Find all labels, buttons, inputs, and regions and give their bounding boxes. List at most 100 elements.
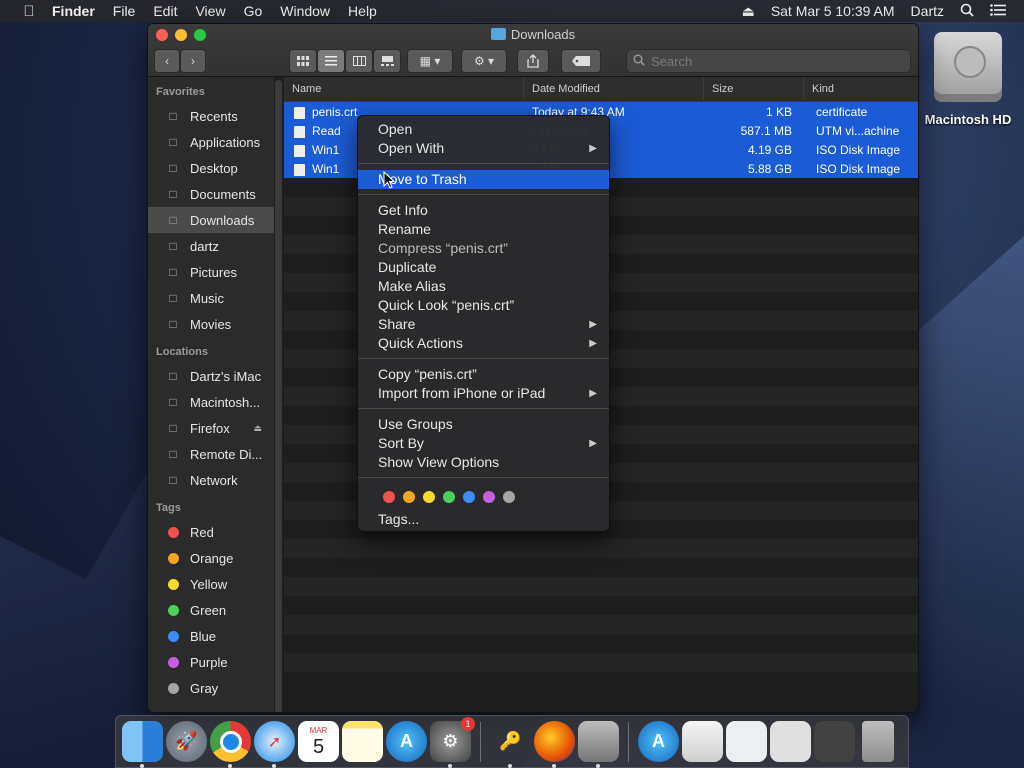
menu-get-info[interactable]: Get Info: [358, 201, 609, 220]
sidebar-item-yellow[interactable]: Yellow: [148, 571, 274, 597]
tag-color-dot-icon[interactable]: [503, 491, 515, 503]
tag-color-dot-icon[interactable]: [463, 491, 475, 503]
column-name-header[interactable]: Name: [284, 77, 524, 101]
tag-color-dot-icon[interactable]: [403, 491, 415, 503]
clock-datetime[interactable]: Sat Mar 5 10:39 AM: [771, 3, 895, 19]
title-bar[interactable]: Downloads ‹ › ▦ ▾ ⚙ ▾ Search: [148, 24, 918, 77]
sidebar-item-applications[interactable]: □ Applications: [148, 129, 274, 155]
sidebar-item-red[interactable]: Red: [148, 519, 274, 545]
menu-app-finder[interactable]: Finder: [52, 3, 95, 19]
tag-color-dot-icon[interactable]: [443, 491, 455, 503]
sidebar-item-pictures[interactable]: □ Pictures: [148, 259, 274, 285]
forward-button[interactable]: ›: [180, 49, 206, 73]
spotlight-search-icon[interactable]: [960, 3, 974, 20]
sidebar-item-dartz[interactable]: □ dartz: [148, 233, 274, 259]
menu-import-iphone[interactable]: Import from iPhone or iPad ▶: [358, 384, 609, 403]
menu-copy[interactable]: Copy “penis.crt”: [358, 365, 609, 384]
menu-view[interactable]: View: [195, 3, 225, 19]
group-by-button[interactable]: ▦ ▾: [407, 49, 453, 73]
dock-notes-icon[interactable]: [342, 721, 383, 762]
dock-trash-icon[interactable]: [862, 721, 894, 762]
menu-separator: [358, 358, 609, 359]
eject-menu-icon[interactable]: ⏏: [742, 3, 755, 20]
tag-color-dot-icon: [164, 550, 182, 566]
dock-screenshot-icon[interactable]: [770, 721, 811, 762]
sidebar-item-remote-di[interactable]: □ Remote Di...: [148, 441, 274, 467]
icon-view-button[interactable]: [289, 49, 317, 73]
menu-use-groups[interactable]: Use Groups: [358, 415, 609, 434]
sidebar-item-movies[interactable]: □ Movies: [148, 311, 274, 337]
gallery-view-button[interactable]: [373, 49, 401, 73]
edit-tags-button[interactable]: [561, 49, 601, 73]
menu-show-view-options[interactable]: Show View Options: [358, 453, 609, 472]
share-button[interactable]: [517, 49, 549, 73]
dock-certificate-icon[interactable]: [726, 721, 767, 762]
calendar-month: MAR: [309, 725, 328, 735]
back-button[interactable]: ‹: [154, 49, 180, 73]
dock-firefox-icon[interactable]: [534, 721, 575, 768]
menu-edit[interactable]: Edit: [153, 3, 177, 19]
menu-share[interactable]: Share ▶: [358, 315, 609, 334]
sidebar-item-purple[interactable]: Purple: [148, 649, 274, 675]
sidebar-item-network[interactable]: □ Network: [148, 467, 274, 493]
sidebar-item-gray[interactable]: Gray: [148, 675, 274, 701]
menu-quick-look[interactable]: Quick Look “penis.crt”: [358, 296, 609, 315]
notification-center-icon[interactable]: [990, 3, 1006, 19]
dock-safari-icon[interactable]: ➚: [254, 721, 295, 768]
tag-color-dot-icon[interactable]: [383, 491, 395, 503]
sidebar-item-recents[interactable]: □ Recents: [148, 103, 274, 129]
tag-color-dot-icon[interactable]: [483, 491, 495, 503]
sidebar-item-documents[interactable]: □ Documents: [148, 181, 274, 207]
user-menu[interactable]: Dartz: [911, 3, 944, 19]
menu-duplicate[interactable]: Duplicate: [358, 258, 609, 277]
dock-app-store-icon[interactable]: A: [386, 721, 427, 762]
dock-system-preferences-icon[interactable]: ⚙ 1: [430, 717, 475, 768]
sidebar-item-green[interactable]: Green: [148, 597, 274, 623]
tag-color-dot-icon[interactable]: [423, 491, 435, 503]
search-field[interactable]: Search: [626, 49, 911, 73]
sidebar-item-blue[interactable]: Blue: [148, 623, 274, 649]
column-kind-header[interactable]: Kind: [804, 77, 914, 101]
menu-make-alias[interactable]: Make Alias: [358, 277, 609, 296]
menu-open-with[interactable]: Open With ▶: [358, 139, 609, 158]
document-icon: [294, 125, 305, 138]
dock-disk-utility-icon[interactable]: [578, 721, 619, 768]
dock-keychain-icon[interactable]: 🔑: [490, 721, 531, 768]
menu-quick-actions[interactable]: Quick Actions ▶: [358, 334, 609, 353]
sidebar-item-label: Applications: [190, 134, 261, 150]
list-view-button[interactable]: [317, 49, 345, 73]
dock-applications-folder-icon[interactable]: A: [638, 721, 679, 762]
menu-go[interactable]: Go: [244, 3, 263, 19]
menu-compress[interactable]: Compress “penis.crt”: [358, 239, 609, 258]
menu-open[interactable]: Open: [358, 120, 609, 139]
menu-rename[interactable]: Rename: [358, 220, 609, 239]
eject-icon[interactable]: ⏏: [253, 423, 262, 434]
dock-calendar-icon[interactable]: MAR 5: [298, 721, 339, 762]
dock-dark-window-icon[interactable]: [814, 721, 855, 762]
menu-window[interactable]: Window: [280, 3, 330, 19]
menu-file[interactable]: File: [113, 3, 136, 19]
column-size-header[interactable]: Size: [704, 77, 804, 101]
sidebar-item-dartz-s-imac[interactable]: □ Dartz's iMac: [148, 363, 274, 389]
dock-document-icon[interactable]: [682, 721, 723, 762]
sidebar-item-macintosh[interactable]: □ Macintosh...: [148, 389, 274, 415]
mouse-cursor-icon: [383, 171, 395, 189]
column-view-button[interactable]: [345, 49, 373, 73]
column-date-header[interactable]: Date Modified: [524, 77, 704, 101]
dock-launchpad-icon[interactable]: 🚀: [166, 721, 207, 762]
apple-menu-icon[interactable]: : [20, 0, 38, 22]
menu-move-to-trash[interactable]: Move to Trash: [358, 170, 609, 189]
sidebar-item-firefox[interactable]: □ Firefox ⏏: [148, 415, 274, 441]
sidebar-item-music[interactable]: □ Music: [148, 285, 274, 311]
sidebar-scrollbar[interactable]: [275, 80, 282, 712]
sidebar-item-orange[interactable]: Orange: [148, 545, 274, 571]
dock-chrome-icon[interactable]: [210, 721, 251, 768]
action-gear-button[interactable]: ⚙ ▾: [461, 49, 507, 73]
dock-finder-icon[interactable]: [122, 721, 163, 768]
menu-help[interactable]: Help: [348, 3, 377, 19]
desktop-macintosh-hd[interactable]: Macintosh HD: [918, 32, 1018, 127]
sidebar-item-downloads[interactable]: □ Downloads: [148, 207, 274, 233]
menu-sort-by[interactable]: Sort By ▶: [358, 434, 609, 453]
sidebar-item-desktop[interactable]: □ Desktop: [148, 155, 274, 181]
menu-tags[interactable]: Tags...: [358, 510, 609, 529]
